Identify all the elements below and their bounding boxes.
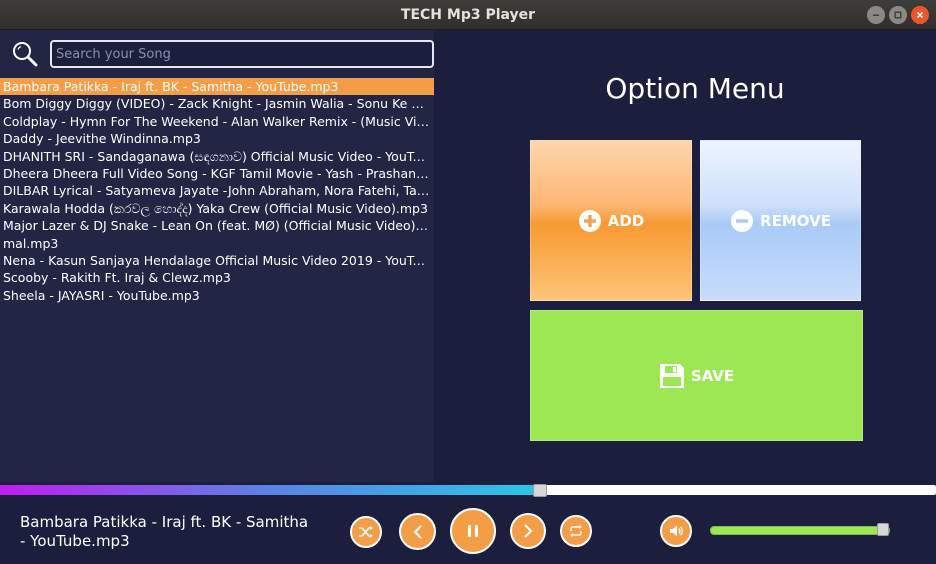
previous-button[interactable] xyxy=(399,513,436,550)
plus-circle-icon xyxy=(578,209,601,232)
chevron-right-icon xyxy=(524,524,533,538)
song-list-item[interactable]: Coldplay - Hymn For The Weekend - Alan W… xyxy=(0,113,434,130)
song-list-item[interactable]: Nena - Kasun Sanjaya Hendalage Official … xyxy=(0,252,434,269)
mp3-player-window: TECH Mp3 Player Bambara Patikka - Iraj f… xyxy=(0,0,936,564)
search-icon[interactable] xyxy=(11,40,39,68)
maximize-icon xyxy=(894,11,902,19)
song-list-item[interactable]: Major Lazer & DJ Snake - Lean On (feat. … xyxy=(0,217,434,234)
volume-handle[interactable] xyxy=(876,523,889,536)
close-button[interactable] xyxy=(911,6,929,24)
repeat-icon xyxy=(570,525,582,537)
song-list-item[interactable]: Bom Diggy Diggy (VIDEO) - Zack Knight - … xyxy=(0,95,434,112)
song-list-item[interactable]: Sheela - JAYASRI - YouTube.mp3 xyxy=(0,287,434,304)
song-list[interactable]: Bambara Patikka - Iraj ft. BK - Samitha … xyxy=(0,78,434,304)
minus-circle-icon xyxy=(731,209,754,232)
play-pause-button[interactable] xyxy=(450,508,496,554)
speaker-icon xyxy=(670,525,683,537)
shuffle-button[interactable] xyxy=(350,516,382,548)
save-label: SAVE xyxy=(690,366,735,385)
maximize-button[interactable] xyxy=(889,6,907,24)
now-playing-title: Bambara Patikka - Iraj ft. BK - Samitha … xyxy=(20,513,309,550)
song-list-item[interactable]: mal.mp3 xyxy=(0,235,434,252)
floppy-disk-icon xyxy=(659,363,684,388)
remove-button[interactable]: REMOVE xyxy=(700,140,861,301)
minimize-icon xyxy=(873,14,879,16)
song-panel: Bambara Patikka - Iraj ft. BK - Samitha … xyxy=(0,30,434,482)
add-button[interactable]: ADD xyxy=(530,140,692,301)
seek-fill xyxy=(0,485,541,495)
song-list-item[interactable]: Daddy - Jeevithe Windinna.mp3 xyxy=(0,130,434,147)
song-list-item[interactable]: Scooby - Rakith Ft. Iraj & Clewz.mp3 xyxy=(0,269,434,286)
seek-bar[interactable] xyxy=(0,484,936,497)
search-input[interactable] xyxy=(50,40,434,68)
song-list-item[interactable]: DHANITH SRI - Sandaganawa (සඳගනාව) Offic… xyxy=(0,148,434,165)
remove-label: REMOVE xyxy=(760,211,831,230)
option-panel: Option Menu ADD REMOVE SAVE xyxy=(434,30,936,482)
search-bar xyxy=(0,38,434,70)
song-list-item[interactable]: Bambara Patikka - Iraj ft. BK - Samitha … xyxy=(0,78,434,96)
volume-button[interactable] xyxy=(660,515,692,547)
next-button[interactable] xyxy=(510,513,546,549)
window-controls xyxy=(867,6,929,24)
seek-handle[interactable] xyxy=(533,484,548,497)
title-bar: TECH Mp3 Player xyxy=(0,0,936,30)
add-label: ADD xyxy=(607,211,645,230)
pause-icon xyxy=(468,525,478,537)
song-list-item[interactable]: Karawala Hodda (කරවල හොද්ද) Yaka Crew (O… xyxy=(0,200,434,217)
shuffle-icon xyxy=(359,526,373,538)
save-button[interactable]: SAVE xyxy=(530,310,863,441)
window-title: TECH Mp3 Player xyxy=(400,6,536,23)
song-list-item[interactable]: Dheera Dheera Full Video Song - KGF Tami… xyxy=(0,165,434,182)
song-list-item[interactable]: DILBAR Lyrical - Satyameva Jayate -John … xyxy=(0,182,434,199)
minimize-button[interactable] xyxy=(867,6,885,24)
close-icon xyxy=(916,11,924,19)
chevron-left-icon xyxy=(413,525,421,538)
option-menu-title: Option Menu xyxy=(605,72,785,105)
repeat-button[interactable] xyxy=(560,515,592,547)
volume-slider[interactable] xyxy=(710,526,890,535)
